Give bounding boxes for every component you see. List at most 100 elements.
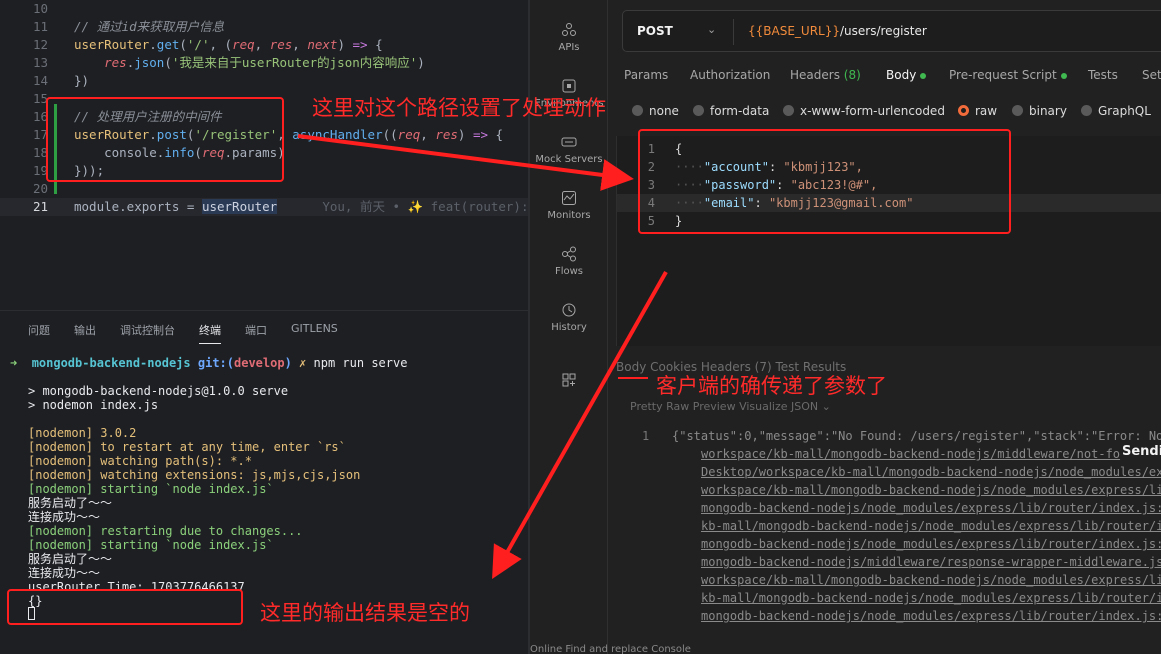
code-token: , [420,127,436,142]
code-token: (( [382,127,398,142]
tab-body[interactable]: Body [886,68,927,82]
code-token: }) [74,73,90,88]
code-line: 14}) [0,72,528,90]
response-line: mongodb-backend-nodejs/node_modules/expr… [701,609,1161,623]
sidebar-item-label: APIs [558,42,580,53]
prompt-dirty-mark: ✗ [299,356,307,370]
tab-problems[interactable]: 问题 [28,322,50,338]
terminal-line: [nodemon] 3.0.2 [28,426,137,440]
radio-icon [632,105,643,116]
sidebar-item-mock-servers[interactable]: Mock Servers [530,134,608,165]
line-number: 10 [32,1,48,16]
code-text: module.exports = userRouter You, 前天 • ✨ … [74,198,528,216]
response-toolbar[interactable]: Pretty Raw Preview Visualize JSON ⌄ [630,400,831,413]
sidebar-item-label: Monitors [547,210,591,221]
code-token: req [397,127,421,142]
panel-tabs: 问题 输出 调试控制台 终端 端口 GITLENS [0,311,528,347]
sidebar-item-flows[interactable]: Flows [530,246,608,277]
line-number: 15 [32,91,48,106]
tab-output[interactable]: 输出 [74,322,96,338]
body-type-form-data[interactable]: form-data [693,104,769,118]
tab-prerequest-label: Pre-request Script [949,68,1057,82]
terminal-line: [nodemon] starting `node index.js` [28,538,274,552]
route-annotation: 这里对这个路径设置了处理动作 [312,96,606,120]
code-token: json [134,55,165,70]
radio-icon [783,105,794,116]
sidebar-item-history[interactable]: History [530,302,608,333]
code-line: 11 // 通过id来获取用户信息 [0,18,528,36]
code-text: }) [74,72,89,90]
code-token: req [232,37,255,52]
tab-debug-console[interactable]: 调试控制台 [120,322,175,338]
response-line: workspace/kb-mall/mongodb-backend-nodejs… [701,483,1161,497]
response-line: workspace/kb-mall/mongodb-backend-nodejs… [701,447,1121,461]
body-type-graphql[interactable]: GraphQL [1081,104,1151,118]
response-line: workspace/kb-mall/mongodb-backend-nodejs… [701,573,1161,587]
sidebar-item-apis[interactable]: APIs [530,22,608,53]
code-text: res.json('我是来自于userRouter的json内容响应') [74,54,425,72]
url-input[interactable]: {{BASE_URL}}/users/register [748,24,927,38]
response-line: Desktop/workspace/kb-mall/mongodb-backen… [701,465,1161,479]
body-type-none[interactable]: none [632,104,679,118]
code-token: , [254,37,270,52]
monitors-icon [562,191,576,205]
code-token: res [435,127,458,142]
tab-prerequest[interactable]: Pre-request Script [949,68,1067,82]
code-token: { [488,127,504,142]
chevron-down-icon[interactable]: ⌄ [707,23,716,36]
line-number: 19 [32,163,48,178]
code-token: ) [417,55,425,70]
tab-terminal[interactable]: 终端 [199,322,221,344]
sidebar-item-label: History [551,322,587,333]
response-line: kb-mall/mongodb-backend-nodejs/node_modu… [701,519,1161,533]
code-token: // 通过id来获取用户信息 [74,19,225,34]
tab-ports[interactable]: 端口 [245,322,267,338]
response-line: {"status":0,"message":"No Found: /users/… [672,429,1161,443]
line-number: 12 [32,37,48,52]
radio-selected-icon [958,105,969,116]
line-number: 14 [32,73,48,88]
terminal-prompt: ➜ mongodb-backend-nodejs git:(develop) ✗… [10,356,407,370]
code-token: module.exports = [74,199,202,214]
terminal-line: 连接成功～～ [28,510,101,524]
mock-servers-icon [561,137,577,147]
prompt-command: npm run serve [313,356,408,370]
code-token: '我是来自于userRouter的json内容响应' [171,55,418,70]
sending-overlay: Sendi [1122,444,1161,459]
body-type-binary[interactable]: binary [1012,104,1067,118]
code-line: 20 [0,180,528,198]
body-highlight-box [638,129,1011,234]
body-type-urlencoded[interactable]: x-www-form-urlencoded [783,104,945,118]
sidebar-item-monitors[interactable]: Monitors [530,190,608,221]
line-number: 13 [32,55,48,70]
terminal-line: [nodemon] restarting due to changes... [28,524,303,538]
sidebar-item-configure[interactable] [530,372,608,392]
code-token: userRouter [201,199,278,214]
tab-settings[interactable]: Set [1142,68,1161,82]
tab-authorization[interactable]: Authorization [690,68,770,82]
flows-icon [562,246,576,262]
method-select[interactable]: POST [637,24,673,38]
terminal-line: 服务启动了～～ [28,552,113,566]
body-type-raw[interactable]: raw [958,104,997,118]
code-token: . [149,37,157,52]
terminal-line: [nodemon] watching extensions: js,mjs,cj… [28,468,361,482]
terminal-line: > mongodb-backend-nodejs@1.0.0 serve [28,384,289,398]
code-token: res [269,37,293,52]
code-line: 12 userRouter.get('/', (req, res, next) =… [0,36,528,54]
url-bar: POST ⌄ {{BASE_URL}}/users/register [622,10,1161,52]
tab-params[interactable]: Params [624,68,668,82]
code-token: ( [164,55,172,70]
tab-tests[interactable]: Tests [1088,68,1118,82]
tab-headers[interactable]: Headers (8) [790,68,861,82]
route-highlight-box [46,97,284,182]
terminal-line: > nodemon index.js [28,398,159,412]
terminal-line: 服务启动了～～ [28,496,113,510]
sidebar-item-label: Flows [554,266,584,277]
radio-icon [1012,105,1023,116]
output-highlight-box [7,589,243,625]
prompt-git-end: ) [284,356,292,370]
tab-gitlens[interactable]: GITLENS [291,322,338,335]
code-token: ) [457,127,473,142]
prompt-arrow: ➜ [10,356,18,370]
